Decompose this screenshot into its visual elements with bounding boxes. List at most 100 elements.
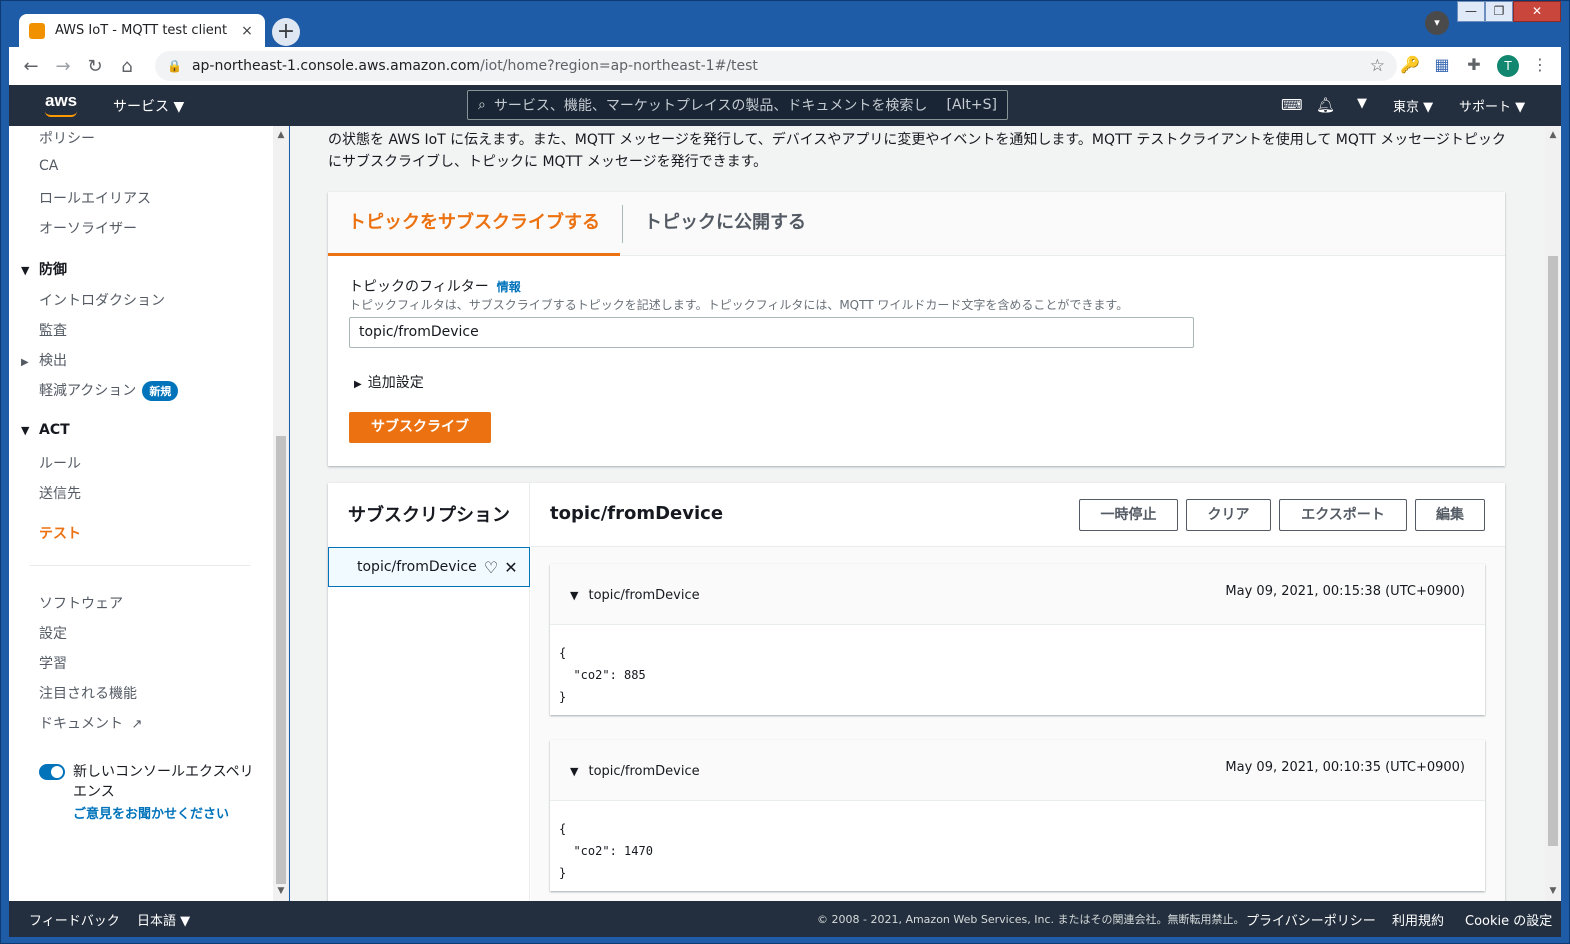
new-badge: 新規	[142, 381, 179, 401]
sidebar-item-policies[interactable]: ポリシー	[39, 128, 95, 148]
console-search-input[interactable]: ⌕ サービス、機能、マーケットプレイスの製品、ドキュメントを検索し [Alt+S…	[467, 90, 1008, 120]
sidebar-item-mitigation[interactable]: 軽減アクション 新規	[39, 380, 179, 401]
sidebar-section-act[interactable]: ▼ ACT	[21, 422, 70, 438]
additional-settings-label: 追加設定	[367, 375, 424, 391]
search-icon: ⌕	[478, 97, 486, 113]
url-path: /iot/home?region=ap-northeast-1#/test	[480, 58, 758, 74]
window-minimize-button[interactable]: —	[1457, 1, 1485, 22]
export-button[interactable]: エクスポート	[1279, 499, 1407, 531]
main-scrollbar[interactable]: ▲ ▼	[1545, 126, 1561, 901]
account-chevron-down-icon[interactable]: ▼	[1357, 96, 1367, 111]
sidebar-item-ca[interactable]: CA	[39, 158, 58, 174]
sidebar-item-featured[interactable]: 注目される機能	[39, 683, 137, 703]
back-arrow-icon[interactable]: ←	[15, 56, 47, 77]
sidebar-item-learn[interactable]: 学習	[39, 653, 67, 673]
forward-arrow-icon[interactable]: →	[47, 56, 79, 77]
sidebar-section-defense[interactable]: ▼ 防御	[21, 259, 67, 279]
services-menu[interactable]: サービス ▼	[113, 96, 184, 116]
additional-settings-toggle[interactable]: ▶ 追加設定	[354, 372, 424, 392]
sidebar-item-label: ドキュメント	[39, 716, 123, 732]
region-selector[interactable]: 東京 ▼	[1393, 96, 1433, 115]
external-link-icon: ↗	[131, 717, 143, 732]
profile-avatar[interactable]: T	[1497, 55, 1519, 77]
sidebar-scrollbar[interactable]: ▲ ▼	[273, 126, 288, 901]
aws-logo[interactable]: aws	[45, 91, 77, 117]
message-card: ▼ topic/fromDevice May 09, 2021, 00:15:38…	[550, 564, 1485, 715]
sidebar-item-destinations[interactable]: 送信先	[39, 483, 81, 503]
browser-window: AWS IoT - MQTT test client × + ▾ — ❐ ✕ ←…	[0, 0, 1570, 944]
topic-filter-label: トピックのフィルター 情報	[349, 276, 521, 296]
tab-divider	[622, 205, 623, 243]
bell-icon[interactable]: 🔔︎	[1316, 96, 1335, 114]
edit-button[interactable]: 編集	[1415, 499, 1485, 531]
tab-title: AWS IoT - MQTT test client	[55, 23, 228, 38]
scroll-up-icon[interactable]: ▲	[1545, 130, 1561, 140]
pause-button[interactable]: 一時停止	[1079, 499, 1178, 531]
sidebar-item-detect[interactable]: ▶ 検出	[21, 350, 67, 370]
tab-header: トピックをサブスクライブする トピックに公開する	[328, 192, 1505, 256]
heart-icon[interactable]: ♡	[481, 558, 501, 577]
browser-tab[interactable]: AWS IoT - MQTT test client ×	[19, 14, 265, 47]
address-bar[interactable]: 🔒 ap-northeast-1.console.aws.amazon.com/…	[155, 51, 1397, 81]
cookie-settings-link[interactable]: Cookie の設定	[1465, 910, 1552, 929]
new-console-toggle[interactable]	[39, 764, 65, 780]
privacy-policy-link[interactable]: プライバシーポリシー	[1246, 910, 1376, 929]
chevron-down-icon[interactable]: ▾	[1425, 11, 1449, 35]
topic-filter-label-text: トピックのフィルター	[349, 279, 489, 295]
sidebar-item-software[interactable]: ソフトウェア	[39, 593, 123, 613]
subscription-item[interactable]: topic/fromDevice ♡ ✕	[328, 547, 530, 587]
scroll-down-icon[interactable]: ▼	[273, 886, 288, 896]
sidebar-item-authorizers[interactable]: オーソライザー	[39, 218, 137, 238]
topic-filter-description: トピックフィルタは、サブスクライブするトピックを記述します。トピックフィルタには…	[349, 298, 1129, 312]
tab-strip: AWS IoT - MQTT test client × +	[9, 9, 1561, 47]
subscriptions-list: サブスクリプション topic/fromDevice ♡ ✕	[328, 483, 530, 901]
info-link[interactable]: 情報	[497, 280, 521, 294]
kebab-menu-icon[interactable]: ⋮	[1529, 55, 1551, 74]
translate-extension-icon[interactable]: ▦	[1431, 55, 1453, 74]
scroll-thumb[interactable]	[276, 436, 286, 884]
close-icon[interactable]: ✕	[501, 558, 521, 577]
key-extension-icon[interactable]: 🔑	[1399, 55, 1421, 74]
tab-close-icon[interactable]: ×	[239, 23, 255, 39]
reload-icon[interactable]: ↻	[79, 56, 111, 77]
topic-filter-input[interactable]: topic/fromDevice	[349, 317, 1194, 348]
puzzle-extensions-icon[interactable]: ✚	[1463, 55, 1485, 74]
subscriptions-panel: サブスクリプション topic/fromDevice ♡ ✕ topic/fro…	[328, 483, 1505, 901]
feedback-link[interactable]: ご意見をお聞かせください	[73, 803, 229, 822]
window-maximize-button[interactable]: ❐	[1485, 1, 1513, 22]
sidebar-item-role-aliases[interactable]: ロールエイリアス	[39, 188, 151, 208]
message-payload: { "co2": 1470 }	[559, 822, 653, 880]
new-tab-button[interactable]: +	[272, 18, 300, 46]
sidebar-section-label: ACT	[39, 422, 70, 438]
selected-topic-title: topic/fromDevice	[550, 503, 724, 524]
tab-publish[interactable]: トピックに公開する	[624, 192, 826, 256]
sidebar-section-label: 防御	[39, 262, 67, 278]
scroll-up-icon[interactable]: ▲	[273, 130, 288, 140]
message-header[interactable]: ▼ topic/fromDevice May 09, 2021, 00:10:35…	[550, 740, 1485, 801]
scroll-down-icon[interactable]: ▼	[1545, 886, 1561, 896]
language-selector[interactable]: 日本語 ▼	[137, 910, 190, 929]
aws-iot-favicon-icon	[29, 22, 45, 39]
sidebar-item-intro[interactable]: イントロダクション	[39, 290, 165, 310]
bookmark-star-icon[interactable]: ☆	[1370, 56, 1385, 76]
caret-down-icon: ▼	[570, 765, 579, 778]
caret-down-icon: ▼	[570, 589, 579, 602]
home-icon[interactable]: ⌂	[111, 56, 143, 77]
sidebar-item-settings[interactable]: 設定	[39, 623, 67, 643]
window-close-button[interactable]: ✕	[1513, 1, 1561, 22]
browser-toolbar: ← → ↻ ⌂ 🔒 ap-northeast-1.console.aws.ama…	[9, 47, 1561, 85]
terms-link[interactable]: 利用規約	[1392, 910, 1444, 929]
scroll-thumb[interactable]	[1548, 256, 1558, 846]
cloudshell-icon[interactable]: ⌨	[1281, 96, 1303, 114]
search-shortcut: [Alt+S]	[946, 97, 998, 113]
sidebar-item-audit[interactable]: 監査	[39, 320, 67, 340]
message-header[interactable]: ▼ topic/fromDevice May 09, 2021, 00:15:38…	[550, 564, 1485, 625]
sidebar-item-documentation[interactable]: ドキュメント ↗	[39, 713, 142, 733]
sidebar-item-test[interactable]: テスト	[39, 523, 81, 543]
clear-button[interactable]: クリア	[1186, 499, 1271, 531]
support-menu[interactable]: サポート ▼	[1459, 96, 1525, 115]
sidebar-item-rules[interactable]: ルール	[39, 453, 81, 473]
subscribe-button[interactable]: サブスクライブ	[349, 412, 491, 443]
footer-feedback-link[interactable]: フィードバック	[29, 910, 120, 929]
tab-subscribe[interactable]: トピックをサブスクライブする	[328, 192, 620, 256]
